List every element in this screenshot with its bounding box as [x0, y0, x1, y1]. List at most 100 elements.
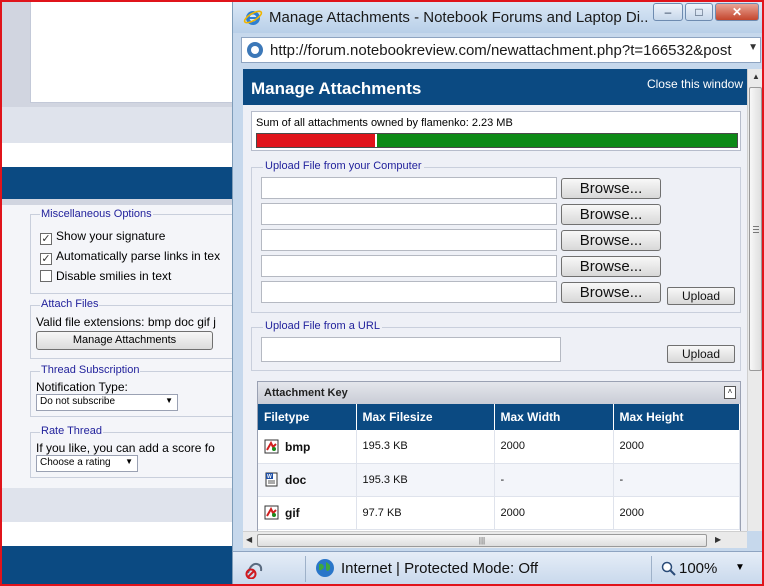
disable-smilies-label: Disable smilies in text [56, 269, 172, 283]
browse-button-2[interactable]: Browse... [561, 204, 661, 225]
thread-subscription-legend: Thread Subscription [40, 364, 141, 376]
image-file-icon [264, 505, 279, 520]
window-title: Manage Attachments - Notebook Forums and… [269, 9, 649, 26]
section-band [0, 488, 240, 522]
horizontal-scrollbar[interactable]: ◀ ||| ▶ [243, 531, 747, 548]
word-file-icon: W [265, 472, 278, 487]
attachment-key-panel: Attachment Key ˄ Filetype Max Filesize M… [257, 381, 741, 531]
file-path-input-1[interactable] [261, 177, 557, 199]
browse-button-4[interactable]: Browse... [561, 256, 661, 277]
parse-links-label: Automatically parse links in tex [56, 249, 221, 263]
filetype-name: doc [285, 473, 307, 487]
max-width-cell: 2000 [494, 496, 614, 530]
usage-progress-used [257, 134, 377, 147]
upload-url-button[interactable]: Upload [667, 345, 735, 363]
filetype-cell: gif [258, 496, 357, 530]
address-url[interactable]: http://forum.notebookreview.com/newattac… [270, 42, 746, 59]
file-path-input-2[interactable] [261, 203, 557, 225]
window-titlebar[interactable]: Manage Attachments - Notebook Forums and… [233, 1, 763, 33]
internet-zone-globe-icon [316, 559, 334, 577]
disable-smilies-checkbox[interactable] [40, 270, 52, 282]
chevron-down-icon[interactable]: ▼ [748, 42, 758, 53]
upload-computer-legend: Upload File from your Computer [263, 160, 424, 172]
misc-options-legend: Miscellaneous Options [40, 208, 153, 220]
rate-thread-prompt: If you like, you can add a score fo [36, 441, 215, 455]
attachment-usage-box: Sum of all attachments owned by flamenko… [251, 111, 741, 151]
url-input[interactable] [261, 337, 561, 362]
upload-computer-button[interactable]: Upload [667, 287, 735, 305]
disable-smilies-option[interactable]: Disable smilies in text [40, 269, 171, 283]
page-icon [247, 42, 263, 58]
column-header-filetype: Filetype [258, 404, 357, 430]
grip-line [753, 232, 759, 233]
file-path-input-5[interactable] [261, 281, 557, 303]
attachment-usage-text: Sum of all attachments owned by flamenko… [256, 117, 513, 129]
max-filesize-cell: 195.3 KB [356, 463, 495, 497]
status-separator [305, 556, 306, 582]
section-strip [0, 143, 240, 167]
status-bar: Internet | Protected Mode: Off 100% ▼ [233, 551, 763, 585]
message-editor-area[interactable] [30, 0, 240, 103]
attach-files-legend: Attach Files [40, 298, 100, 310]
scroll-right-arrow-icon[interactable]: ▶ [715, 535, 721, 544]
valid-extensions-text: Valid file extensions: bmp doc gif j [36, 315, 216, 329]
rating-value: Choose a rating [40, 457, 111, 468]
status-separator [651, 556, 652, 582]
chevron-down-icon[interactable]: ▼ [735, 562, 745, 573]
filetype-cell: bmp [258, 430, 357, 464]
scroll-left-arrow-icon[interactable]: ◀ [246, 535, 252, 544]
table-row: gif 97.7 KB 2000 2000 [258, 496, 740, 530]
column-header-max-width: Max Width [494, 404, 614, 430]
manage-attachments-button[interactable]: Manage Attachments [36, 331, 213, 350]
max-height-cell: 2000 [613, 430, 740, 464]
scroll-up-arrow-icon[interactable]: ▲ [752, 72, 760, 81]
notification-type-value: Do not subscribe [40, 396, 116, 407]
column-header-max-filesize: Max Filesize [356, 404, 495, 430]
vertical-scrollbar[interactable]: ▲ [747, 69, 763, 531]
max-width-cell: 2000 [494, 430, 614, 464]
close-window-link[interactable]: Close this window [647, 77, 743, 91]
max-width-cell: - [494, 463, 614, 497]
attachment-key-header: Attachment Key ˄ [258, 382, 740, 404]
security-status-icon[interactable] [245, 559, 265, 579]
browse-button-1[interactable]: Browse... [561, 178, 661, 199]
minimize-button[interactable]: – [653, 3, 683, 21]
file-path-input-4[interactable] [261, 255, 557, 277]
notification-type-label: Notification Type: [36, 380, 128, 394]
zoom-level[interactable]: 100% [679, 560, 717, 577]
section-band [0, 107, 240, 143]
close-window-button[interactable]: ✕ [715, 3, 759, 21]
horizontal-scroll-thumb[interactable]: ||| [257, 534, 707, 547]
manage-attachments-window: Manage Attachments - Notebook Forums and… [232, 0, 764, 586]
table-row: Wdoc 195.3 KB - - [258, 463, 740, 497]
address-bar[interactable]: http://forum.notebookreview.com/newattac… [241, 37, 761, 63]
internet-explorer-icon [243, 10, 263, 25]
security-zone-text[interactable]: Internet | Protected Mode: Off [341, 560, 538, 577]
section-strip [0, 522, 240, 546]
browse-button-5[interactable]: Browse... [561, 282, 661, 303]
rate-thread-legend: Rate Thread [40, 425, 103, 437]
browse-button-3[interactable]: Browse... [561, 230, 661, 251]
table-header-row: Filetype Max Filesize Max Width Max Heig… [258, 404, 740, 430]
notification-type-select[interactable]: Do not subscribe ▼ [36, 394, 178, 411]
attachment-key-title: Attachment Key [264, 387, 348, 399]
rating-select[interactable]: Choose a rating ▼ [36, 455, 138, 472]
parse-links-option[interactable]: ✓ Automatically parse links in tex [40, 249, 220, 265]
show-signature-checkbox[interactable]: ✓ [40, 233, 52, 245]
max-filesize-cell: 97.7 KB [356, 496, 495, 530]
chevron-down-icon: ▼ [165, 396, 173, 405]
show-signature-label: Show your signature [56, 229, 166, 243]
show-signature-option[interactable]: ✓ Show your signature [40, 229, 165, 245]
maximize-button[interactable]: □ [685, 3, 713, 21]
filetype-cell: Wdoc [258, 463, 357, 497]
svg-text:W: W [267, 474, 272, 480]
parse-links-checkbox[interactable]: ✓ [40, 253, 52, 265]
collapse-icon[interactable]: ˄ [724, 386, 736, 399]
vertical-scroll-thumb[interactable] [749, 87, 762, 371]
image-file-icon [264, 439, 279, 454]
page-title: Manage Attachments [251, 79, 422, 98]
file-path-input-3[interactable] [261, 229, 557, 251]
filetype-name: bmp [285, 439, 311, 454]
usage-progress-bar [256, 133, 738, 148]
page-content: Manage Attachments Close this window Sum… [243, 69, 747, 531]
